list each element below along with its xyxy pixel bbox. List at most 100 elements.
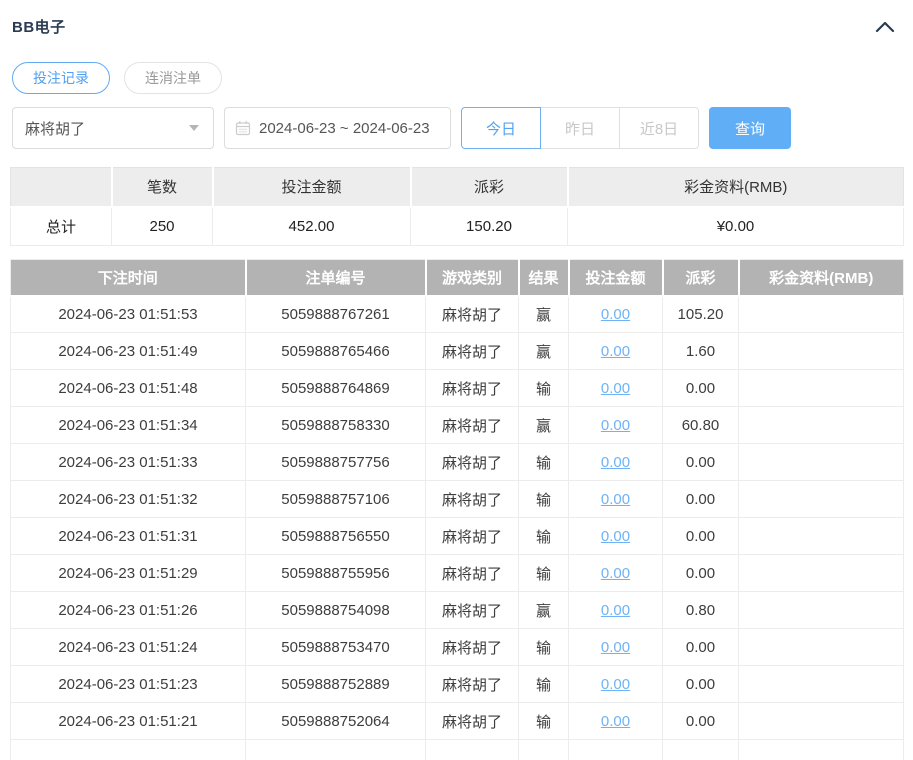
bet-amount-cell: 0.00 [568, 628, 663, 666]
result-cell: 输 [518, 554, 569, 592]
table-row: 2024-06-23 01:51:24 5059888753470 麻将胡了 输… [10, 628, 904, 666]
table-row: 2024-06-23 01:51:33 5059888757756 麻将胡了 输… [10, 443, 904, 481]
table-row: 2024-06-23 01:51:21 5059888752064 麻将胡了 输… [10, 702, 904, 740]
date-range-value: 2024-06-23 ~ 2024-06-23 [259, 119, 430, 137]
order-number-cell: 5059888755956 [245, 554, 426, 592]
table-row: 2024-06-23 01:51:53 5059888767261 麻将胡了 赢… [10, 295, 904, 333]
summary-header-count: 笔数 [111, 167, 214, 208]
bet-amount-link[interactable]: 0.00 [601, 306, 630, 323]
records-header-result: 结果 [518, 259, 570, 297]
bonus-cell [738, 739, 904, 760]
summary-header-blank [10, 167, 113, 208]
result-cell: 输 [518, 517, 569, 555]
bet-amount-link[interactable]: 0.00 [601, 491, 630, 508]
quick-range-today[interactable]: 今日 [461, 107, 541, 149]
bet-time-cell: 2024-06-23 01:51:26 [10, 591, 246, 629]
date-range-input[interactable]: 2024-06-23 ~ 2024-06-23 [224, 107, 451, 149]
bet-time-cell: 2024-06-23 01:51:34 [10, 406, 246, 444]
payout-cell: 105.20 [662, 295, 739, 333]
bet-amount-link[interactable]: 0.00 [601, 343, 630, 360]
result-cell: 输 [518, 665, 569, 703]
game-select[interactable]: 麻将胡了 [12, 107, 214, 149]
bet-amount-cell: 0.00 [568, 443, 663, 481]
summary-table: 笔数 投注金额 派彩 彩金资料(RMB) 总计 250 452.00 150.2… [10, 167, 904, 246]
search-button[interactable]: 查询 [709, 107, 791, 149]
game-type-cell: 麻将胡了 [425, 369, 519, 407]
bet-amount-link[interactable]: 0.00 [601, 713, 630, 730]
bet-amount-link[interactable]: 0.00 [601, 565, 630, 582]
bet-amount-cell: 0.00 [568, 517, 663, 555]
bet-amount-link[interactable]: 0.00 [601, 676, 630, 693]
tab-cancelled-orders[interactable]: 连消注单 [124, 62, 222, 94]
game-type-cell: 麻将胡了 [425, 628, 519, 666]
bet-amount-cell: 0.00 [568, 591, 663, 629]
table-row: 2024-06-23 01:51:26 5059888754098 麻将胡了 赢… [10, 591, 904, 629]
bet-time-cell: 2024-06-23 01:51:24 [10, 628, 246, 666]
bet-amount-link[interactable]: 0.00 [601, 528, 630, 545]
bet-time-cell: 2024-06-23 01:51:31 [10, 517, 246, 555]
collapse-button[interactable] [871, 19, 899, 35]
game-type-cell: 麻将胡了 [425, 406, 519, 444]
tab-bar: 投注记录 连消注单 [10, 62, 903, 94]
table-row: 2024-06-23 01:51:23 5059888752889 麻将胡了 输… [10, 665, 904, 703]
records-header-bet-amount: 投注金额 [568, 259, 664, 297]
order-number-cell: 5059888758330 [245, 406, 426, 444]
summary-header-bet-amount: 投注金额 [212, 167, 412, 208]
game-type-cell: 麻将胡了 [425, 517, 519, 555]
chevron-down-icon [189, 125, 199, 131]
summary-total-bonus: ¥0.00 [567, 206, 904, 246]
records-header-order-number: 注单编号 [245, 259, 427, 297]
result-cell: 赢 [518, 332, 569, 370]
payout-cell: 60.80 [662, 406, 739, 444]
order-number-cell: 5059888754098 [245, 591, 426, 629]
payout-cell: 0.00 [662, 443, 739, 481]
bet-amount-cell: 0.00 [568, 406, 663, 444]
bet-time-cell: 2024-06-23 01:51:33 [10, 443, 246, 481]
order-number-cell [245, 739, 426, 760]
payout-cell: 0.00 [662, 628, 739, 666]
quick-range-last-8-days[interactable]: 近8日 [619, 107, 699, 149]
bonus-cell [738, 517, 904, 555]
game-type-cell: 麻将胡了 [425, 554, 519, 592]
bet-amount-link[interactable]: 0.00 [601, 602, 630, 619]
records-body: 2024-06-23 01:51:53 5059888767261 麻将胡了 赢… [10, 295, 904, 760]
payout-cell: 0.00 [662, 517, 739, 555]
bet-time-cell: 2024-06-23 01:51:21 [10, 702, 246, 740]
records-header-bet-time: 下注时间 [10, 259, 247, 297]
result-cell: 输 [518, 702, 569, 740]
bonus-cell [738, 480, 904, 518]
bet-time-cell: 2024-06-23 01:51:49 [10, 332, 246, 370]
bonus-cell [738, 554, 904, 592]
payout-cell: 0.00 [662, 702, 739, 740]
game-type-cell: 麻将胡了 [425, 665, 519, 703]
summary-header-row: 笔数 投注金额 派彩 彩金资料(RMB) [10, 167, 904, 208]
table-row [10, 739, 904, 760]
table-row: 2024-06-23 01:51:32 5059888757106 麻将胡了 输… [10, 480, 904, 518]
bonus-cell [738, 406, 904, 444]
bonus-cell [738, 295, 904, 333]
result-cell: 输 [518, 480, 569, 518]
records-header-game-type: 游戏类别 [425, 259, 520, 297]
records-header-payout: 派彩 [662, 259, 740, 297]
payout-cell: 1.60 [662, 332, 739, 370]
quick-range-group: 今日 昨日 近8日 [461, 107, 699, 149]
result-cell: 赢 [518, 591, 569, 629]
tab-bet-records[interactable]: 投注记录 [12, 62, 110, 94]
bet-amount-link[interactable]: 0.00 [601, 639, 630, 656]
bet-time-cell: 2024-06-23 01:51:29 [10, 554, 246, 592]
payout-cell: 0.00 [662, 554, 739, 592]
bet-amount-link[interactable]: 0.00 [601, 380, 630, 397]
bet-amount-link[interactable]: 0.00 [601, 454, 630, 471]
calendar-icon [235, 121, 251, 136]
result-cell [518, 739, 569, 760]
quick-range-yesterday[interactable]: 昨日 [540, 107, 620, 149]
summary-total-payout: 150.20 [410, 206, 568, 246]
bet-amount-cell: 0.00 [568, 369, 663, 407]
summary-total-row: 总计 250 452.00 150.20 ¥0.00 [10, 206, 904, 246]
records-header-row: 下注时间 注单编号 游戏类别 结果 投注金额 派彩 彩金资料(RMB) [10, 259, 904, 297]
bet-amount-cell: 0.00 [568, 480, 663, 518]
order-number-cell: 5059888757756 [245, 443, 426, 481]
game-type-cell: 麻将胡了 [425, 702, 519, 740]
bet-amount-link[interactable]: 0.00 [601, 417, 630, 434]
table-row: 2024-06-23 01:51:48 5059888764869 麻将胡了 输… [10, 369, 904, 407]
